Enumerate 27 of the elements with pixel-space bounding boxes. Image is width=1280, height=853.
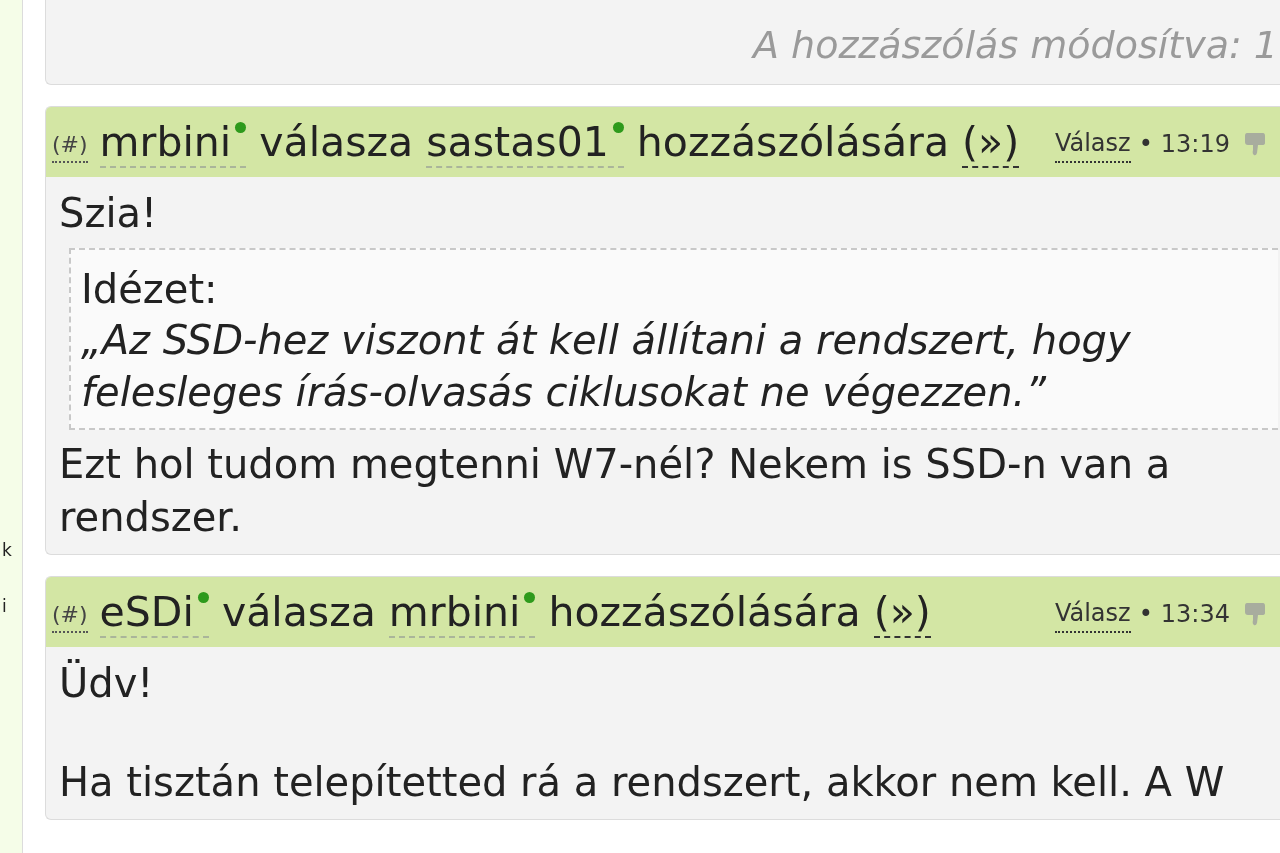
- sidebar-text: k: [2, 540, 12, 560]
- reply-link[interactable]: Válasz: [1054, 125, 1131, 163]
- username-link[interactable]: eSDi: [99, 588, 209, 638]
- quote-label: Idézet:: [81, 265, 219, 314]
- parent-link[interactable]: (»): [873, 588, 931, 638]
- username-link[interactable]: mrbini: [99, 118, 247, 168]
- header-text: válasza: [259, 118, 414, 166]
- username-link[interactable]: sastas01: [426, 118, 624, 168]
- reply-link[interactable]: Válasz: [1054, 595, 1131, 633]
- quote-text: „Az SSD-hez viszont át kell állítani a rendszert, hogy felesleges írás-olvasás ciklusokat ne végezzen.”: [81, 316, 1132, 417]
- post-time: 13:19: [1160, 129, 1230, 160]
- sidebar-text: i: [2, 596, 7, 616]
- separator: •: [1138, 129, 1153, 160]
- edited-note: A hozzászólás módosítva: 1: [752, 22, 1278, 68]
- post-text: Szia!: [59, 189, 159, 238]
- separator: •: [1138, 599, 1153, 630]
- permalink-link[interactable]: (#): [52, 127, 88, 163]
- post-text: Ezt hol tudom megtenni W7-nél? Nekem is SSD-n van a rendszer.: [59, 440, 1172, 542]
- parent-link[interactable]: (»): [962, 118, 1020, 168]
- header-text: hozzászólására: [636, 118, 950, 166]
- post-text: Üdv!: [59, 658, 155, 708]
- permalink-link[interactable]: (#): [52, 597, 88, 633]
- post-time: 13:34: [1160, 599, 1230, 630]
- post-text: Ha tisztán telepítetted rá a rendszert, akkor nem kell. A W: [59, 758, 1226, 807]
- header-text: válasza: [221, 588, 376, 636]
- username-link[interactable]: mrbini: [388, 588, 536, 638]
- header-text: hozzászólására: [548, 588, 861, 636]
